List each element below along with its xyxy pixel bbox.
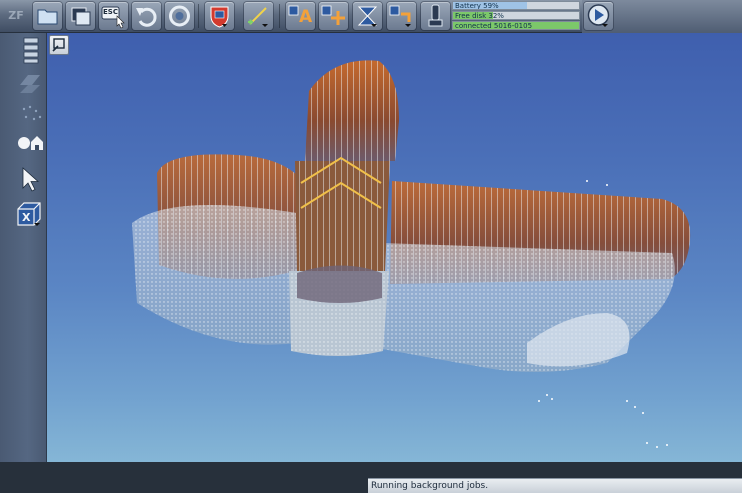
annotate-label: A [299, 7, 313, 27]
layers-icon [23, 37, 39, 64]
left-wing [132, 154, 299, 345]
play-icon [587, 4, 610, 27]
scanner-icon [428, 4, 443, 27]
right-wing [377, 181, 691, 372]
window-button[interactable] [66, 2, 95, 30]
battery-label: Battery 59% [455, 2, 499, 10]
layers-button[interactable] [14, 35, 46, 65]
transfer-button[interactable] [387, 2, 416, 30]
box-x-label: X [22, 211, 31, 224]
view-mode-button[interactable] [49, 35, 69, 55]
refresh-button[interactable] [165, 2, 194, 30]
move-button[interactable] [319, 2, 348, 30]
esc-label: ESC [103, 8, 118, 16]
open-folder-button[interactable] [33, 2, 62, 30]
folder-icon [37, 9, 58, 25]
annotate-button[interactable]: A [286, 2, 315, 30]
status-text: Running background jobs. [371, 481, 489, 491]
scan-station-icon [20, 75, 40, 93]
connection-gauge: connected 5016-0105 [452, 21, 580, 30]
home-view-icon [18, 136, 43, 150]
top-toolbar: ZF ESC A Battery 59% Free disk 32% conne… [0, 0, 742, 33]
select-tool-button[interactable] [14, 165, 46, 195]
measure-icon [248, 7, 268, 27]
point-cloud-render [132, 60, 691, 448]
point-cloud-viewport[interactable] [47, 33, 742, 462]
play-button[interactable] [584, 2, 613, 30]
shield-icon [210, 6, 229, 28]
points-button[interactable] [14, 99, 46, 129]
undo-button[interactable] [132, 2, 161, 30]
points-icon [22, 105, 42, 121]
home-view-button[interactable] [14, 129, 46, 159]
transfer-icon [389, 5, 411, 27]
connection-label: connected 5016-0105 [455, 22, 533, 30]
view-mode-icon [52, 38, 65, 52]
escape-button[interactable]: ESC [99, 2, 128, 30]
refresh-icon [169, 5, 190, 27]
scan-station-button[interactable] [14, 67, 46, 97]
cursor-icon [22, 167, 40, 192]
disk-gauge: Free disk 32% [452, 11, 580, 20]
disk-label: Free disk 32% [455, 12, 504, 20]
box-x-button[interactable]: X [14, 199, 46, 229]
toolbar-right-area [582, 0, 742, 33]
scanner-button[interactable] [421, 2, 450, 30]
left-tool-sidebar: X [0, 33, 47, 481]
status-bar: Running background jobs. [0, 462, 742, 493]
status-gauges: Battery 59% Free disk 32% connected 5016… [452, 1, 580, 32]
move-icon [321, 5, 345, 25]
hourglass-icon [357, 6, 378, 27]
battery-gauge: Battery 59% [452, 1, 580, 10]
undo-icon [136, 7, 157, 27]
central-tower [289, 60, 399, 356]
esc-icon [101, 6, 125, 29]
app-logo: ZF [8, 9, 24, 22]
shield-button[interactable] [205, 2, 234, 30]
measure-button[interactable] [244, 2, 273, 30]
clip-button[interactable] [353, 2, 382, 30]
status-field: Running background jobs. [368, 478, 742, 493]
window-icon [71, 7, 91, 26]
